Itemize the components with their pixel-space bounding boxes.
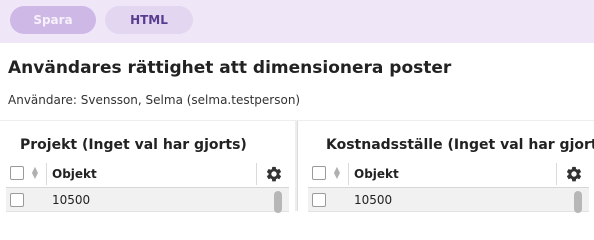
user-info: Användare: Svensson, Selma (selma.testpe… xyxy=(8,93,301,107)
grid-header: ▲ ▼ Objekt xyxy=(308,163,589,188)
page-header: Användares rättighet att dimensionera po… xyxy=(0,43,594,120)
column-separator[interactable] xyxy=(348,163,349,185)
panel-title: Projekt (Inget val har gjorts) xyxy=(20,137,247,153)
row-checkbox[interactable] xyxy=(10,193,24,207)
select-all-checkbox[interactable] xyxy=(10,166,24,180)
column-separator[interactable] xyxy=(46,163,47,185)
scrollbar[interactable] xyxy=(274,191,282,213)
table-row[interactable]: 10500 xyxy=(308,188,589,213)
grid-header: ▲ ▼ Objekt xyxy=(6,163,289,188)
html-button[interactable]: HTML xyxy=(105,6,193,34)
sort-icon[interactable]: ▲ ▼ xyxy=(31,166,39,181)
column-header-objekt[interactable]: Objekt xyxy=(354,167,399,181)
sort-icon[interactable]: ▲ ▼ xyxy=(333,166,341,181)
gear-icon[interactable] xyxy=(565,165,583,183)
row-checkbox[interactable] xyxy=(312,193,326,207)
cell-objekt: 10500 xyxy=(52,193,91,207)
projekt-panel: Projekt (Inget val har gjorts) ▲ ▼ Objekt… xyxy=(0,121,295,213)
kostnadsstalle-panel: Kostnadsställe (Inget val har gjorts) ▲ ▼… xyxy=(297,121,594,213)
column-separator[interactable] xyxy=(556,163,557,185)
gear-icon[interactable] xyxy=(265,165,283,183)
toolbar: Spara HTML xyxy=(0,0,594,43)
select-all-checkbox[interactable] xyxy=(312,166,326,180)
panel-title: Kostnadsställe (Inget val har gjorts) xyxy=(326,137,594,153)
table-row[interactable]: 10500 xyxy=(6,188,289,213)
page-title: Användares rättighet att dimensionera po… xyxy=(8,58,452,78)
save-button[interactable]: Spara xyxy=(10,6,96,34)
column-header-objekt[interactable]: Objekt xyxy=(52,167,97,181)
scrollbar[interactable] xyxy=(574,191,582,213)
cell-objekt: 10500 xyxy=(354,193,393,207)
column-separator[interactable] xyxy=(256,163,257,185)
